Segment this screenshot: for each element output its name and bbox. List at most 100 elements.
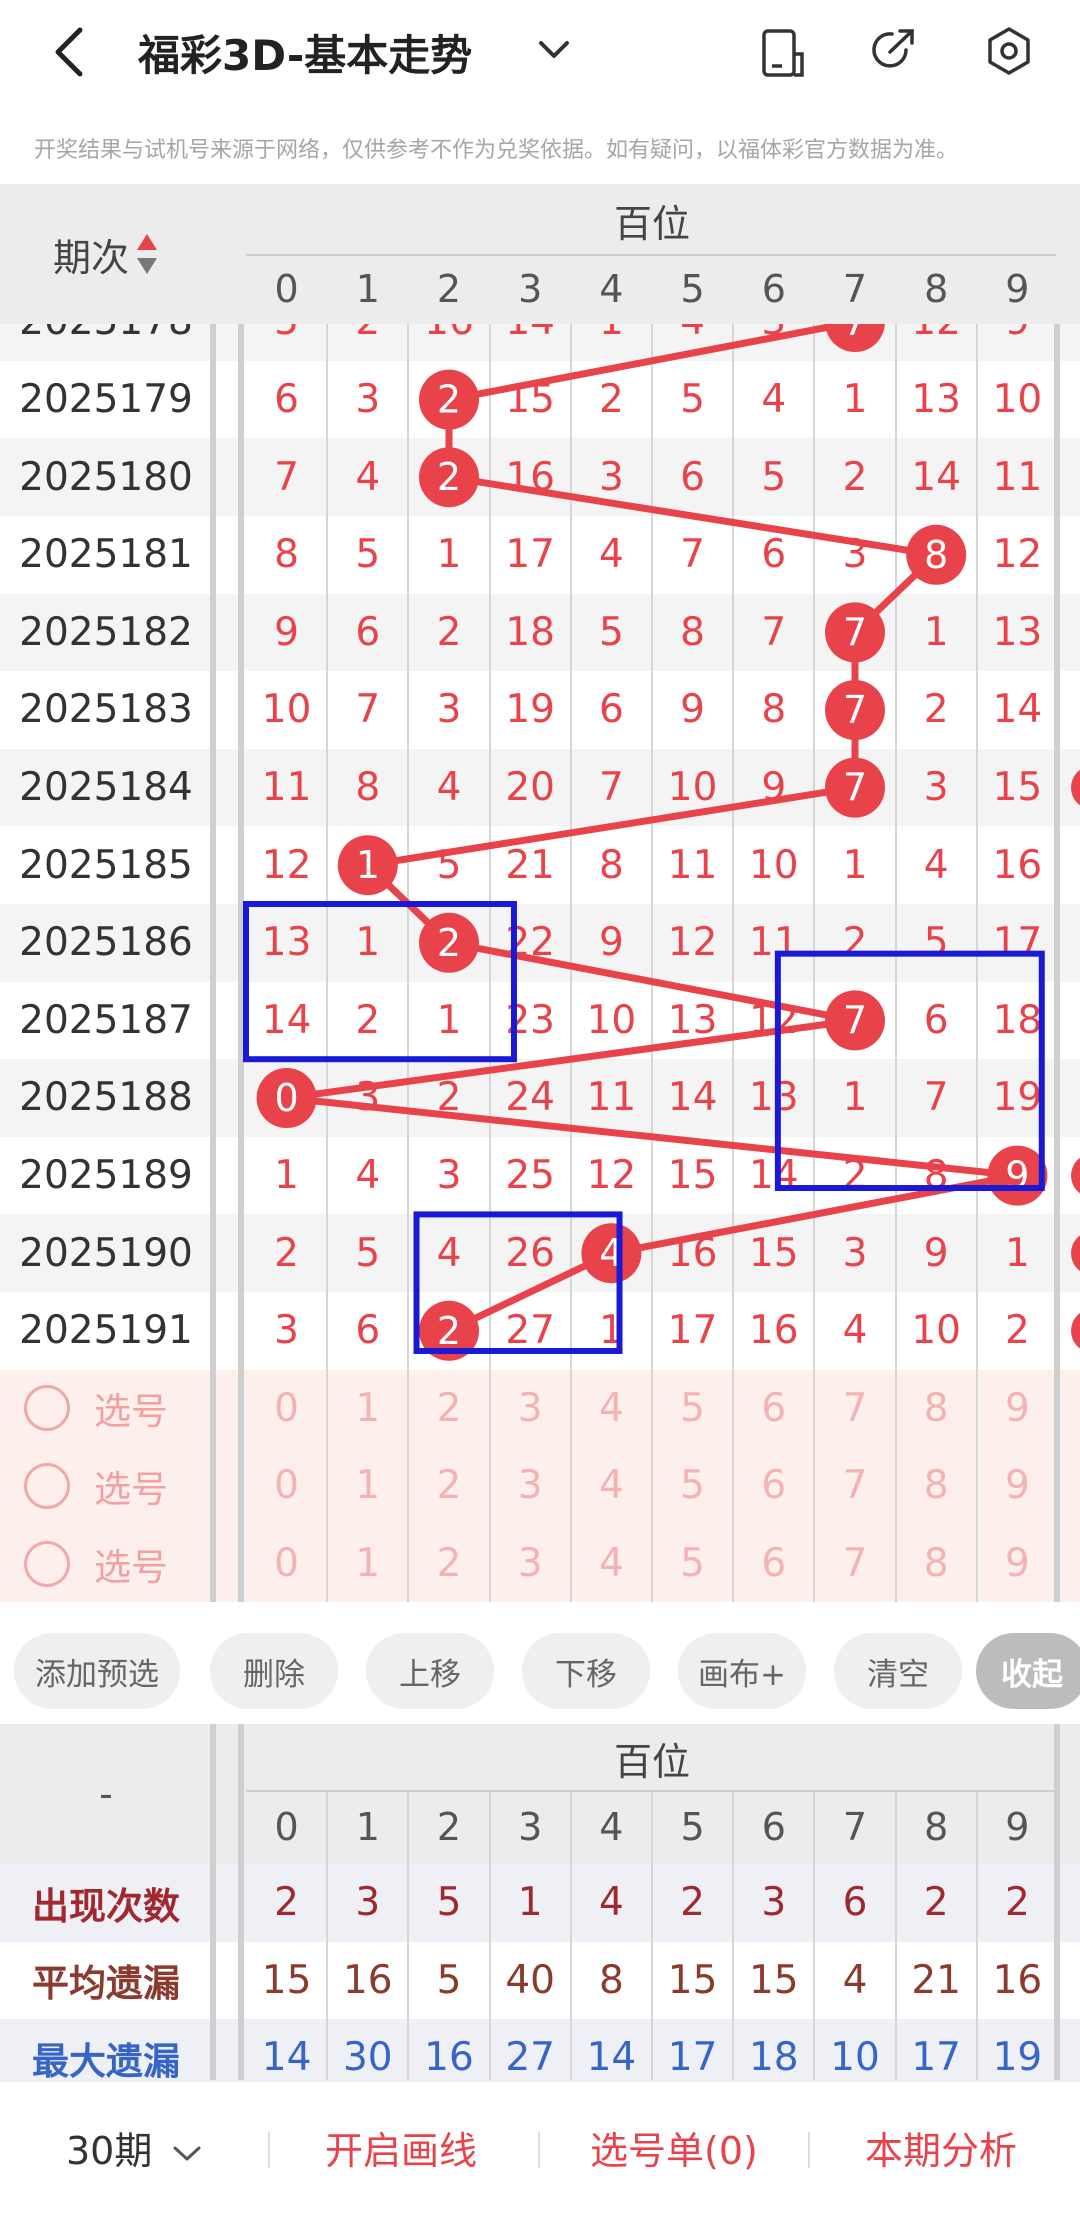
- miss-count: 15: [667, 1153, 718, 1199]
- select-row-toggle[interactable]: 选号: [24, 1447, 214, 1525]
- miss-count: 8: [923, 1153, 949, 1199]
- miss-count: 17: [992, 920, 1043, 966]
- select-digit[interactable]: 0: [246, 1370, 327, 1448]
- stats-value: 40: [505, 1957, 555, 2003]
- select-digit[interactable]: 1: [327, 1447, 408, 1525]
- settings-gear-icon[interactable]: [984, 26, 1034, 76]
- miss-count: 9: [923, 1230, 949, 1276]
- select-digit[interactable]: 0: [246, 1525, 327, 1603]
- select-digit[interactable]: 5: [652, 1447, 733, 1525]
- action-button-0[interactable]: 添加预选: [14, 1633, 180, 1709]
- miss-count: 4: [436, 765, 462, 811]
- stats-value: 2: [680, 1880, 705, 1926]
- digit-header: 4: [599, 267, 624, 311]
- select-digit[interactable]: 3: [490, 1370, 571, 1448]
- miss-count: 26: [505, 1230, 555, 1276]
- select-digit[interactable]: 6: [733, 1447, 814, 1525]
- select-digit[interactable]: 0: [246, 1447, 327, 1525]
- miss-count: 13: [992, 609, 1043, 655]
- stats-value: 6: [842, 1880, 868, 1926]
- miss-count: 7: [680, 532, 705, 578]
- select-digit[interactable]: 7: [814, 1447, 895, 1525]
- select-digit[interactable]: 2: [408, 1447, 489, 1525]
- miss-count: 3: [598, 454, 624, 500]
- stats-digit-header: 9: [1005, 1805, 1030, 1849]
- period-label: 2025185: [19, 842, 193, 888]
- miss-count: 18: [992, 997, 1043, 1043]
- miss-count: 3: [436, 687, 462, 733]
- period-header[interactable]: 期次: [0, 184, 212, 324]
- select-digit[interactable]: 5: [652, 1370, 733, 1448]
- stats-grid-line: [326, 1792, 329, 2080]
- miss-count: 13: [748, 1075, 799, 1121]
- select-digit[interactable]: 4: [571, 1447, 652, 1525]
- select-digit[interactable]: 7: [814, 1525, 895, 1603]
- miss-count: 10: [261, 687, 312, 733]
- select-digit[interactable]: 2: [408, 1370, 489, 1448]
- chevron-down-icon[interactable]: [538, 40, 570, 60]
- select-digit[interactable]: 1: [327, 1525, 408, 1603]
- stats-value: 5: [436, 1880, 462, 1926]
- miss-count: 23: [505, 997, 555, 1043]
- action-button-4[interactable]: 画布+: [678, 1633, 806, 1709]
- select-digit[interactable]: 9: [977, 1370, 1058, 1448]
- miss-count: 13: [667, 997, 718, 1043]
- digit-header: 9: [1005, 267, 1030, 311]
- miss-count: 14: [261, 997, 312, 1043]
- miss-count: 8: [680, 609, 705, 655]
- select-digit[interactable]: 9: [977, 1447, 1058, 1525]
- stats-value: 15: [748, 1957, 799, 2003]
- action-button-1[interactable]: 删除: [210, 1633, 338, 1709]
- select-digit[interactable]: 8: [896, 1447, 977, 1525]
- draw-line-button[interactable]: 开启画线: [325, 2120, 477, 2175]
- action-button-2[interactable]: 上移: [366, 1633, 494, 1709]
- miss-count: 3: [355, 377, 381, 423]
- miss-count: 9: [680, 687, 705, 733]
- miss-count: 10: [911, 1308, 961, 1354]
- select-digit[interactable]: 6: [733, 1370, 814, 1448]
- select-digit[interactable]: 1: [327, 1370, 408, 1448]
- select-digit[interactable]: 2: [408, 1525, 489, 1603]
- select-digit[interactable]: 3: [490, 1525, 571, 1603]
- select-row-toggle[interactable]: 选号: [24, 1370, 214, 1448]
- miss-count: 20: [505, 765, 555, 811]
- miss-count: 25: [505, 1153, 555, 1199]
- period-select[interactable]: 30期: [66, 2120, 202, 2175]
- digit-header: 1: [355, 267, 380, 311]
- miss-count: 5: [355, 532, 381, 578]
- select-digit[interactable]: 6: [733, 1525, 814, 1603]
- select-digit[interactable]: 4: [571, 1525, 652, 1603]
- select-circle-icon: [24, 1462, 70, 1509]
- stats-value: 5: [436, 1957, 462, 2003]
- select-label: 选号: [94, 1467, 168, 1511]
- miss-count: 2: [274, 1230, 299, 1276]
- stats-value: 2: [1004, 1880, 1030, 1926]
- action-button-3[interactable]: 下移: [522, 1633, 650, 1709]
- phone-screen-icon[interactable]: [758, 28, 808, 78]
- select-digit[interactable]: 4: [571, 1370, 652, 1448]
- select-digit[interactable]: 9: [977, 1525, 1058, 1603]
- select-digit[interactable]: 8: [896, 1370, 977, 1448]
- miss-count: 2: [842, 1153, 868, 1199]
- stats-value: 15: [261, 1957, 312, 2003]
- analysis-button[interactable]: 本期分析: [865, 2120, 1017, 2175]
- select-row-toggle[interactable]: 选号: [24, 1525, 214, 1603]
- select-digit[interactable]: 8: [896, 1525, 977, 1603]
- select-digit[interactable]: 3: [490, 1447, 571, 1525]
- select-list-button[interactable]: 选号单(0): [590, 2120, 758, 2175]
- select-digit[interactable]: 5: [652, 1525, 733, 1603]
- share-icon[interactable]: [868, 26, 918, 76]
- select-digit[interactable]: 7: [814, 1370, 895, 1448]
- stats-value: 15: [667, 1957, 718, 2003]
- stats-digit-header: 8: [924, 1805, 949, 1849]
- stats-value: 16: [992, 1957, 1043, 2003]
- stats-value: 3: [761, 1880, 787, 1926]
- period-select-label: 30期: [66, 2129, 153, 2173]
- miss-count: 14: [748, 1153, 799, 1199]
- action-button-6[interactable]: 收起: [976, 1633, 1080, 1709]
- header-divider: [246, 254, 1056, 256]
- miss-count: 1: [274, 1153, 299, 1199]
- back-arrow-icon[interactable]: [52, 26, 88, 78]
- action-button-5[interactable]: 清空: [834, 1633, 962, 1709]
- sort-icon: [137, 234, 157, 274]
